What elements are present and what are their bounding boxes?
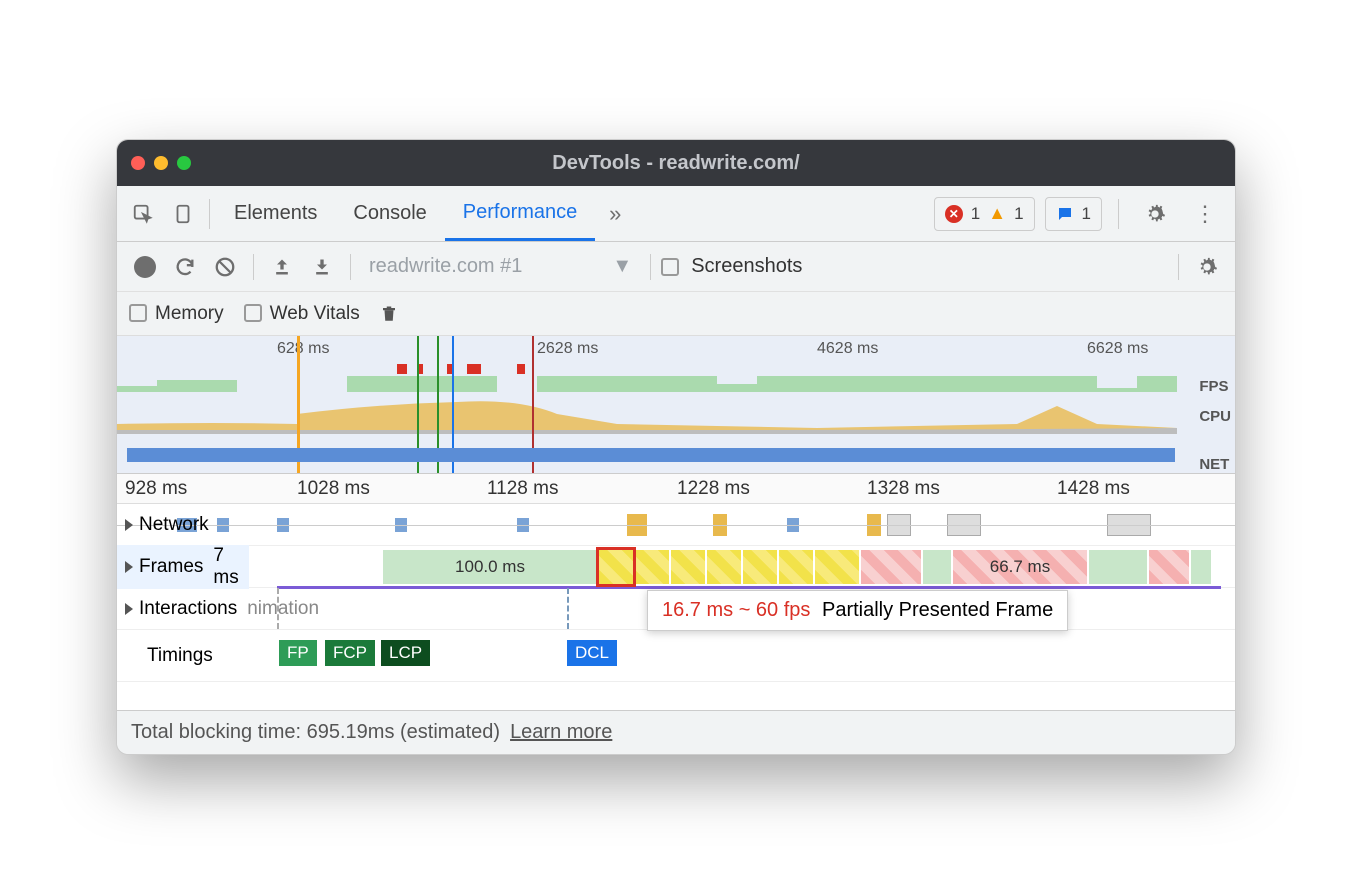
overview-timeline[interactable]: 628 ms 2628 ms 4628 ms 6628 ms FPS CP (117, 336, 1235, 474)
frame-segment[interactable] (707, 550, 741, 584)
kebab-icon[interactable]: ⋮ (1185, 194, 1225, 234)
message-count: 1 (1082, 204, 1091, 224)
error-icon: ✕ (945, 205, 963, 223)
timeline[interactable]: 928 ms 1028 ms 1128 ms 1228 ms 1328 ms 1… (117, 474, 1235, 710)
screenshots-label: Screenshots (691, 255, 802, 278)
frame-segment[interactable]: 66.7 ms (953, 550, 1087, 584)
timing-lcp[interactable]: LCP (381, 640, 430, 666)
frame-segment[interactable] (1149, 550, 1189, 584)
error-count: 1 (971, 204, 980, 224)
trash-icon[interactable] (380, 304, 398, 324)
frame-segment[interactable] (1191, 550, 1211, 584)
fps-label: FPS (1199, 372, 1231, 402)
ruler-tick: 1328 ms (867, 478, 940, 500)
capture-settings-icon[interactable] (1189, 256, 1225, 278)
cpu-label: CPU (1199, 402, 1231, 432)
frame-tooltip: 16.7 ms ~ 60 fps Partially Presented Fra… (647, 590, 1068, 631)
window-title: DevTools - readwrite.com/ (117, 152, 1235, 175)
more-tabs-icon[interactable]: » (595, 194, 635, 234)
upload-icon[interactable] (264, 257, 300, 277)
frame-segment[interactable] (815, 550, 859, 584)
learn-more-link[interactable]: Learn more (510, 721, 612, 744)
tab-performance[interactable]: Performance (445, 186, 596, 241)
network-track[interactable]: Network (117, 504, 1235, 546)
close-button[interactable] (131, 156, 145, 170)
tab-elements[interactable]: Elements (216, 186, 335, 241)
interactions-sub: nimation (247, 598, 319, 620)
zoom-button[interactable] (177, 156, 191, 170)
timing-dcl[interactable]: DCL (567, 640, 617, 666)
record-button[interactable] (127, 256, 163, 278)
marker-line (567, 588, 569, 629)
warning-count: 1 (1014, 204, 1023, 224)
memory-label: Memory (155, 303, 224, 324)
devtools-window: DevTools - readwrite.com/ Elements Conso… (116, 139, 1236, 755)
reload-icon[interactable] (167, 256, 203, 278)
frame-time: 7 ms (213, 545, 249, 589)
issues-badge[interactable]: ✕ 1 ▲ 1 (934, 197, 1035, 231)
timings-label: Timings (147, 645, 213, 667)
traffic-lights (131, 156, 191, 170)
frame-segment-selected[interactable] (599, 550, 633, 584)
tooltip-timing: 16.7 ms ~ 60 fps (662, 599, 810, 621)
webvitals-checkbox[interactable] (244, 304, 262, 322)
session-label: readwrite.com #1 (369, 255, 522, 278)
interactions-label: Interactions (139, 598, 237, 620)
webvitals-label: Web Vitals (270, 303, 360, 324)
frame-segment[interactable] (635, 550, 669, 584)
expand-icon[interactable] (125, 603, 133, 615)
settings-icon[interactable] (1135, 194, 1175, 234)
download-icon[interactable] (304, 257, 340, 277)
ov-tick: 6628 ms (1087, 340, 1148, 358)
frame-segment[interactable] (923, 550, 951, 584)
ruler-tick: 1128 ms (487, 478, 558, 500)
network-label: Network (139, 514, 209, 536)
ov-tick: 4628 ms (817, 340, 878, 358)
frame-segment[interactable] (671, 550, 705, 584)
net-lane (127, 448, 1175, 462)
frame-segment[interactable] (743, 550, 777, 584)
ruler-tick: 928 ms (125, 478, 187, 500)
cpu-lane (117, 394, 1177, 434)
frame-segment[interactable]: 100.0 ms (383, 550, 597, 584)
memory-checkbox[interactable] (129, 304, 147, 322)
frames-track[interactable]: Frames 7 ms 100.0 ms 66.7 ms (117, 546, 1235, 588)
fps-lane (117, 364, 1177, 392)
ov-tick: 628 ms (277, 340, 329, 358)
main-tabbar: Elements Console Performance » ✕ 1 ▲ 1 1… (117, 186, 1235, 242)
inspect-icon[interactable] (123, 194, 163, 234)
screenshots-checkbox[interactable] (661, 258, 679, 276)
ov-tick: 2628 ms (537, 340, 598, 358)
messages-badge[interactable]: 1 (1045, 197, 1102, 231)
tooltip-desc: Partially Presented Frame (822, 599, 1053, 621)
ruler-tick: 1428 ms (1057, 478, 1130, 500)
minimize-button[interactable] (154, 156, 168, 170)
footer: Total blocking time: 695.19ms (estimated… (117, 710, 1235, 754)
frame-segment[interactable] (861, 550, 921, 584)
ruler-tick: 1028 ms (297, 478, 370, 500)
session-select[interactable]: readwrite.com #1 ▼ (361, 255, 640, 278)
clear-icon[interactable] (207, 256, 243, 278)
timeline-ruler: 928 ms 1028 ms 1128 ms 1228 ms 1328 ms 1… (117, 474, 1235, 504)
titlebar: DevTools - readwrite.com/ (117, 140, 1235, 186)
warning-icon: ▲ (988, 203, 1006, 224)
blocking-time-text: Total blocking time: 695.19ms (estimated… (131, 721, 500, 744)
tab-console[interactable]: Console (335, 186, 444, 241)
timings-track[interactable]: Timings FP FCP LCP DCL (117, 630, 1235, 682)
perf-options: Memory Web Vitals (117, 292, 1235, 336)
perf-toolbar: readwrite.com #1 ▼ Screenshots (117, 242, 1235, 292)
frame-segment[interactable] (779, 550, 813, 584)
expand-icon[interactable] (125, 561, 133, 573)
ruler-tick: 1228 ms (677, 478, 750, 500)
expand-icon[interactable] (125, 519, 133, 531)
frames-label: Frames (139, 556, 203, 578)
frame-segment[interactable] (1089, 550, 1147, 584)
device-icon[interactable] (163, 194, 203, 234)
chevron-down-icon: ▼ (612, 255, 632, 278)
message-icon (1056, 205, 1074, 223)
